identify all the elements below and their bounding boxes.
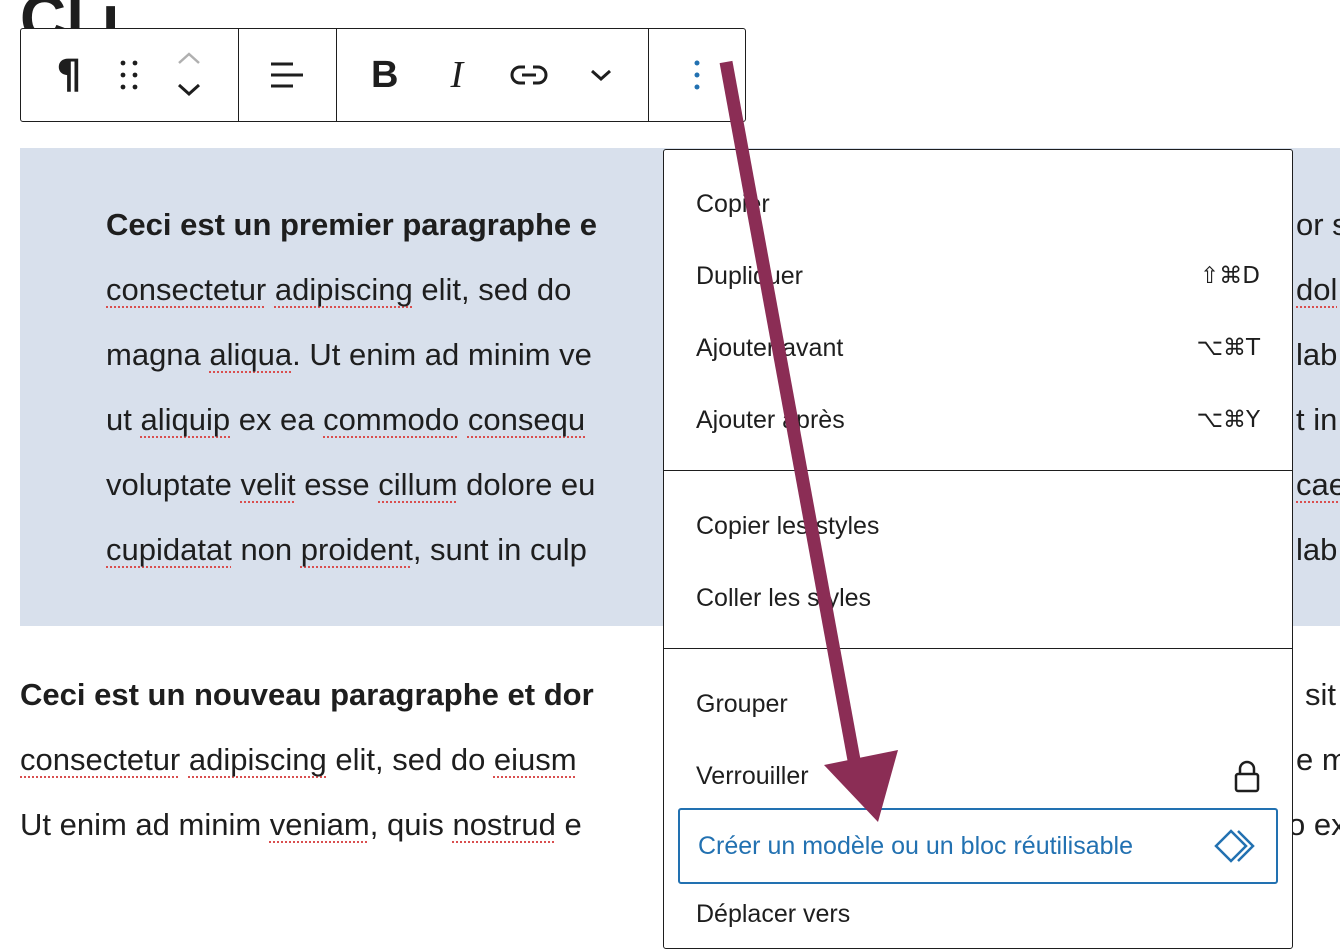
menu-item-label: Coller les styles (696, 583, 872, 612)
paragraph-2-right-text: e m (1296, 742, 1340, 777)
paragraph-1-right-text: or s (1296, 207, 1340, 242)
misspelled-word: velit (240, 467, 296, 502)
text: e (555, 807, 582, 842)
text: ut (106, 402, 141, 437)
block-options-menu: Copier Dupliquer ⇧⌘D Ajouter avant ⌥⌘T A… (663, 149, 1293, 949)
misspelled-word: veniam (269, 807, 370, 842)
misspelled-word: eiusm (493, 742, 577, 777)
bold-button[interactable]: B (349, 29, 421, 121)
text: esse (295, 467, 379, 502)
paragraph-1-bold-text: Ceci est un premier paragraphe e (106, 207, 598, 242)
menu-item-label: Ajouter avant (696, 333, 844, 362)
toolbar-group-block: ¶ (21, 29, 238, 121)
drag-handle-icon (120, 60, 138, 90)
text: Ut enim ad minim (20, 807, 270, 842)
menu-item-label: Copier (696, 189, 770, 218)
chevron-up-down-icon (177, 52, 201, 97)
block-toolbar: ¶ B I (20, 28, 746, 122)
italic-button[interactable]: I (421, 29, 493, 121)
misspelled-word: consequ (467, 402, 586, 437)
menu-item-move-to[interactable]: Déplacer vers (664, 884, 1292, 944)
misspelled-word: consectetur (20, 742, 181, 777)
menu-item-copy[interactable]: Copier (664, 174, 1292, 234)
shortcut-label: ⇧⌘D (1200, 263, 1260, 289)
menu-item-paste-styles[interactable]: Coller les styles (664, 568, 1292, 628)
paragraph-1-right-text: dol (1296, 272, 1338, 307)
misspelled-word: nostrud (452, 807, 556, 842)
move-up-down-buttons[interactable] (159, 29, 219, 121)
menu-item-copy-styles[interactable]: Copier les styles (664, 496, 1292, 556)
options-button[interactable] (649, 29, 745, 121)
align-button[interactable] (239, 29, 336, 121)
paragraph-1-right-text: lab (1296, 337, 1338, 372)
italic-icon: I (450, 54, 464, 96)
menu-item-create-pattern[interactable]: Créer un modèle ou un bloc réutilisable (678, 808, 1278, 884)
paragraph-2-right-text: o ex (1288, 807, 1340, 842)
menu-item-label: Ajouter après (696, 405, 845, 434)
paragraph-2[interactable]: Ceci est un nouveau paragraphe et dor co… (20, 662, 594, 857)
text: , quis (369, 807, 453, 842)
paragraph-2-bold-text: Ceci est un nouveau paragraphe et dor (20, 677, 594, 712)
paragraph-1-right-text: lab (1296, 532, 1338, 567)
paragraph-1[interactable]: Ceci est un premier paragraphe e consect… (106, 192, 597, 582)
bold-icon: B (371, 53, 399, 96)
misspelled-word: adipiscing (188, 742, 327, 777)
lock-icon (1234, 760, 1260, 793)
toolbar-group-align (237, 29, 336, 121)
misspelled-word: proident (300, 532, 413, 567)
text: dolore eu (457, 467, 596, 502)
drag-handle[interactable] (99, 29, 159, 121)
shortcut-label: ⌥⌘Y (1196, 407, 1260, 433)
misspelled-word: aliqua (209, 337, 293, 372)
shortcut-label: ⌥⌘T (1196, 335, 1260, 361)
paragraph-1-right-text: t in (1296, 402, 1338, 437)
text (266, 272, 275, 307)
text: ex ea (230, 402, 324, 437)
menu-item-duplicate[interactable]: Dupliquer ⇧⌘D (664, 246, 1292, 306)
menu-item-label: Déplacer vers (696, 899, 851, 928)
menu-item-label: Verrouiller (696, 761, 809, 790)
text: . Ut enim ad minim ve (292, 337, 592, 372)
toolbar-group-options (648, 29, 745, 121)
menu-item-label: Dupliquer (696, 261, 804, 290)
text: elit, sed do (326, 742, 494, 777)
link-button[interactable] (493, 29, 565, 121)
align-left-icon (271, 62, 304, 88)
paragraph-2-right-text: sit (1305, 677, 1336, 712)
misspelled-word: aliquip (140, 402, 231, 437)
menu-item-group[interactable]: Grouper (664, 674, 1292, 734)
menu-item-label: Copier les styles (696, 511, 880, 540)
misspelled-word: consectetur (106, 272, 267, 307)
text: magna (106, 337, 210, 372)
menu-item-label: Grouper (696, 689, 788, 718)
text: , sunt in culp (412, 532, 587, 567)
paragraph-1-right-text: cae (1296, 467, 1340, 502)
more-formatting-button[interactable] (565, 29, 637, 121)
misspelled-word: cupidatat (106, 532, 232, 567)
text: elit, sed do (412, 272, 572, 307)
pilcrow-icon: ¶ (56, 52, 82, 98)
menu-item-insert-before[interactable]: Ajouter avant ⌥⌘T (664, 318, 1292, 378)
text (459, 402, 468, 437)
menu-separator (664, 648, 1292, 649)
menu-item-insert-after[interactable]: Ajouter après ⌥⌘Y (664, 390, 1292, 450)
misspelled-word: adipiscing (274, 272, 413, 307)
text (180, 742, 189, 777)
misspelled-word: cillum (378, 467, 458, 502)
more-vertical-icon (694, 60, 700, 90)
misspelled-word: commodo (323, 402, 460, 437)
link-icon (510, 65, 548, 85)
menu-separator (664, 470, 1292, 471)
chevron-down-icon (590, 69, 611, 82)
text: non (231, 532, 301, 567)
toolbar-group-format: B I (335, 29, 648, 121)
menu-item-lock[interactable]: Verrouiller (664, 746, 1292, 806)
text: voluptate (106, 467, 241, 502)
symbol-icon (1214, 829, 1255, 863)
menu-item-label: Créer un modèle ou un bloc réutilisable (698, 831, 1133, 860)
paragraph-block-button[interactable]: ¶ (39, 29, 99, 121)
